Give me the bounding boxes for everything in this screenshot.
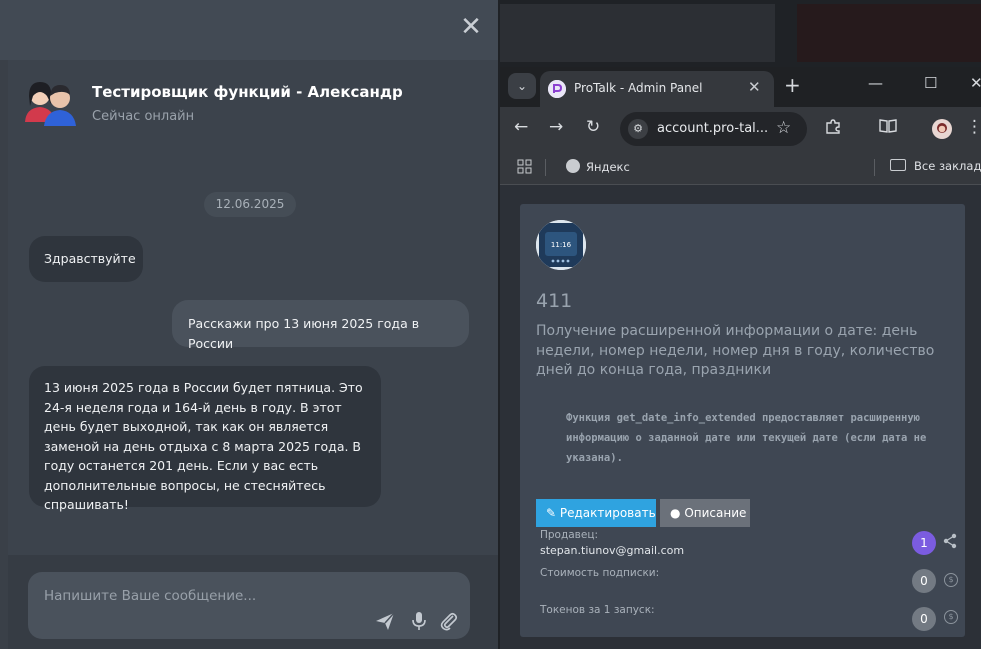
user-message: Расскажи про 13 июня 2025 года в России — [172, 300, 469, 351]
reload-icon[interactable]: ↻ — [586, 117, 600, 137]
tab-bar: ⌄ ProTalk - Admin Panel ✕ + — ☐ ✕ — [500, 67, 981, 107]
seller-count-badge[interactable]: 1 — [912, 531, 936, 555]
coin-icon: $ — [944, 610, 958, 624]
message-input[interactable]: Напишите Ваше сообщение... — [28, 572, 470, 639]
minimize-icon[interactable]: — — [868, 74, 883, 92]
svg-text:11:16: 11:16 — [551, 241, 572, 249]
pencil-icon: ✎ — [546, 506, 557, 520]
maximize-icon[interactable]: ☐ — [924, 74, 937, 92]
browser-window: ⌄ ProTalk - Admin Panel ✕ + — ☐ ✕ ← → ↻ … — [498, 0, 981, 649]
extensions-icon[interactable] — [824, 117, 842, 139]
page-content: 11:16 411 Получение расширенной информац… — [500, 185, 981, 649]
bookmark-yandex[interactable]: Яндекс — [566, 159, 630, 174]
seller-email: stepan.tiunov@gmail.com — [540, 544, 685, 557]
description-button[interactable]: ● Описание — [660, 499, 750, 527]
folder-icon — [890, 159, 906, 171]
function-id: 411 — [536, 290, 573, 312]
function-card: 11:16 411 Получение расширенной информац… — [520, 204, 965, 637]
coin-icon: $ — [944, 573, 958, 587]
background-window — [500, 4, 775, 62]
function-title: Получение расширенной информации о дате:… — [536, 323, 935, 378]
tab-protalk[interactable]: ProTalk - Admin Panel ✕ — [540, 71, 774, 107]
star-icon[interactable]: ☆ — [776, 118, 791, 138]
close-icon[interactable]: ✕ — [748, 78, 761, 96]
subscription-value-badge: 0 — [912, 569, 936, 593]
bookmarks-bar: Яндекс Все закладки — [500, 151, 981, 185]
forward-icon[interactable]: → — [549, 117, 563, 137]
globe-icon — [566, 159, 580, 173]
bot-message: 13 июня 2025 года в России будет пятница… — [29, 366, 381, 512]
apps-icon[interactable] — [517, 159, 533, 179]
seller-label: Продавец: — [540, 529, 599, 541]
bot-message: Здравствуйте — [29, 236, 143, 282]
site-info-icon[interactable]: ⚙ — [628, 119, 648, 139]
chat-title: Тестировщик функций - Александр — [92, 83, 403, 101]
chat-status: Сейчас онлайн — [92, 109, 195, 124]
date-separator: 12.06.2025 — [204, 192, 296, 217]
info-icon: ● — [670, 506, 681, 520]
function-description: Функция get_date_info_extended предостав… — [566, 412, 927, 464]
avatar — [22, 78, 82, 126]
tokens-label: Токенов за 1 запуск: — [540, 604, 655, 616]
tokens-value-badge: 0 — [912, 607, 936, 631]
profile-icon[interactable] — [932, 119, 952, 144]
edit-button-label: Редактировать — [559, 506, 656, 520]
bookmark-divider — [874, 159, 875, 176]
edit-button[interactable]: ✎ Редактировать — [536, 499, 656, 527]
bookmark-divider — [545, 159, 546, 176]
microphone-icon[interactable] — [408, 610, 430, 632]
description-button-label: Описание — [684, 506, 747, 520]
chat-header: Тестировщик функций - Александр Сейчас о… — [8, 60, 498, 180]
attachment-icon[interactable] — [438, 610, 460, 632]
chat-window: ✕ Тестировщик функций - Александр Сейчас… — [0, 0, 498, 649]
protalk-favicon-icon — [548, 80, 566, 98]
back-icon[interactable]: ← — [514, 117, 528, 137]
share-icon[interactable] — [942, 533, 958, 553]
bookmark-label: Все закладки — [914, 159, 981, 173]
bookmark-label: Яндекс — [586, 160, 630, 174]
new-tab-icon[interactable]: + — [784, 73, 801, 97]
bookmark-all[interactable]: Все закладки — [890, 159, 981, 173]
close-window-icon[interactable]: ✕ — [970, 74, 981, 92]
subscription-label: Стоимость подписки: — [540, 567, 660, 579]
message-placeholder: Напишите Ваше сообщение... — [44, 588, 257, 604]
reading-mode-icon[interactable] — [878, 117, 898, 139]
close-icon[interactable]: ✕ — [458, 14, 484, 40]
chat-window-topbar — [0, 0, 498, 60]
tab-list-icon[interactable]: ⌄ — [508, 73, 536, 99]
function-avatar: 11:16 — [536, 220, 586, 270]
chat-panel: Тестировщик функций - Александр Сейчас о… — [8, 60, 498, 649]
address-bar[interactable]: ⚙ account.pro-tal... ☆ — [620, 112, 807, 146]
tab-title: ProTalk - Admin Panel — [574, 81, 703, 95]
menu-icon[interactable]: ⋮ — [966, 117, 981, 137]
browser-toolbar: ← → ↻ ⚙ account.pro-tal... ☆ ⋮ — [500, 107, 981, 151]
url-text[interactable]: account.pro-tal... — [657, 121, 769, 136]
background-window — [797, 4, 981, 62]
send-icon[interactable] — [374, 610, 396, 632]
